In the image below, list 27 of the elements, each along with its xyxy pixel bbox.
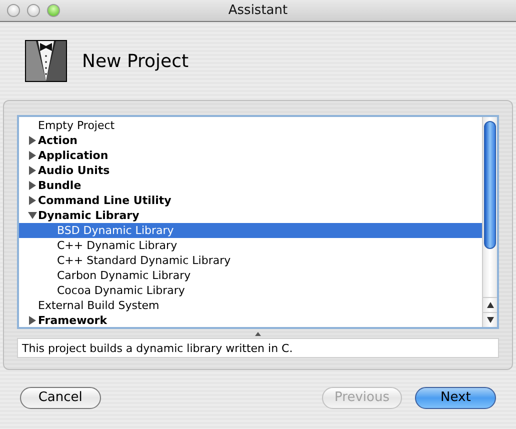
window-title: Assistant <box>228 3 288 18</box>
tree-item[interactable]: External Build System <box>19 298 482 313</box>
tree-item[interactable]: Command Line Utility <box>19 193 482 208</box>
tree-item[interactable]: Cocoa Dynamic Library <box>19 283 482 298</box>
tree-item[interactable]: C++ Standard Dynamic Library <box>19 253 482 268</box>
close-button[interactable] <box>7 4 20 17</box>
tuxedo-icon <box>25 40 67 82</box>
tree-item[interactable]: Empty Project <box>19 118 482 133</box>
tree-item[interactable]: Audio Units <box>19 163 482 178</box>
tree-item[interactable]: BSD Dynamic Library <box>19 223 482 238</box>
disclosure-triangle-icon[interactable] <box>28 316 37 325</box>
description-field: This project builds a dynamic library written in C. <box>17 338 499 358</box>
next-button[interactable]: Next <box>415 386 496 408</box>
tree-item[interactable]: Carbon Dynamic Library <box>19 268 482 283</box>
scroll-up-arrow-icon[interactable] <box>486 302 494 308</box>
cancel-button[interactable]: Cancel <box>20 386 101 408</box>
tree-item[interactable]: Application <box>19 148 482 163</box>
tree-item[interactable]: Dynamic Library <box>19 208 482 223</box>
minimize-button[interactable] <box>27 4 40 17</box>
splitter-handle-icon[interactable] <box>255 332 261 336</box>
tree-item[interactable]: Framework <box>19 313 482 328</box>
scroll-bar[interactable] <box>482 117 497 327</box>
tree-item[interactable]: Bundle <box>19 178 482 193</box>
tree-item[interactable]: C++ Dynamic Library <box>19 238 482 253</box>
scroll-down-arrow-icon[interactable] <box>486 317 494 323</box>
tree-item[interactable]: Action <box>19 133 482 148</box>
dialog-title: New Project <box>82 50 189 72</box>
